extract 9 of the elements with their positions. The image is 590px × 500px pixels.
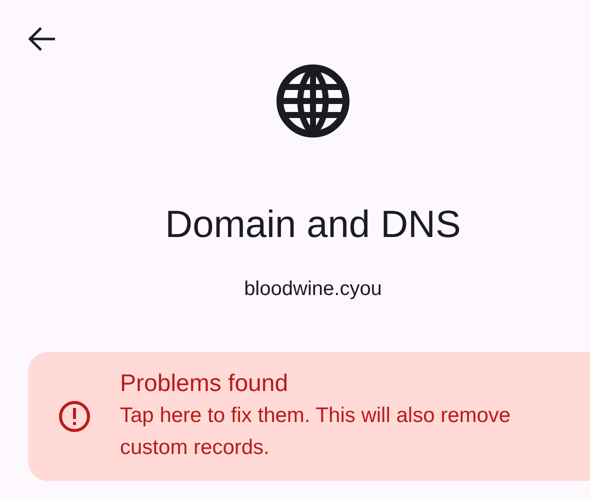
page-title: Domain and DNS	[165, 203, 461, 248]
alert-title: Problems found	[120, 369, 290, 399]
error-icon	[58, 400, 91, 433]
back-arrow-icon	[28, 26, 56, 52]
globe-icon	[276, 64, 350, 138]
domain-name: bloodwine.cyou	[244, 277, 382, 302]
back-button[interactable]	[27, 26, 57, 52]
alert-card[interactable]: Problems found Tap here to fix them. This will also remove custom records.	[28, 352, 590, 481]
alert-message: Tap here to fix them. This will also remove custom records.	[120, 403, 512, 461]
